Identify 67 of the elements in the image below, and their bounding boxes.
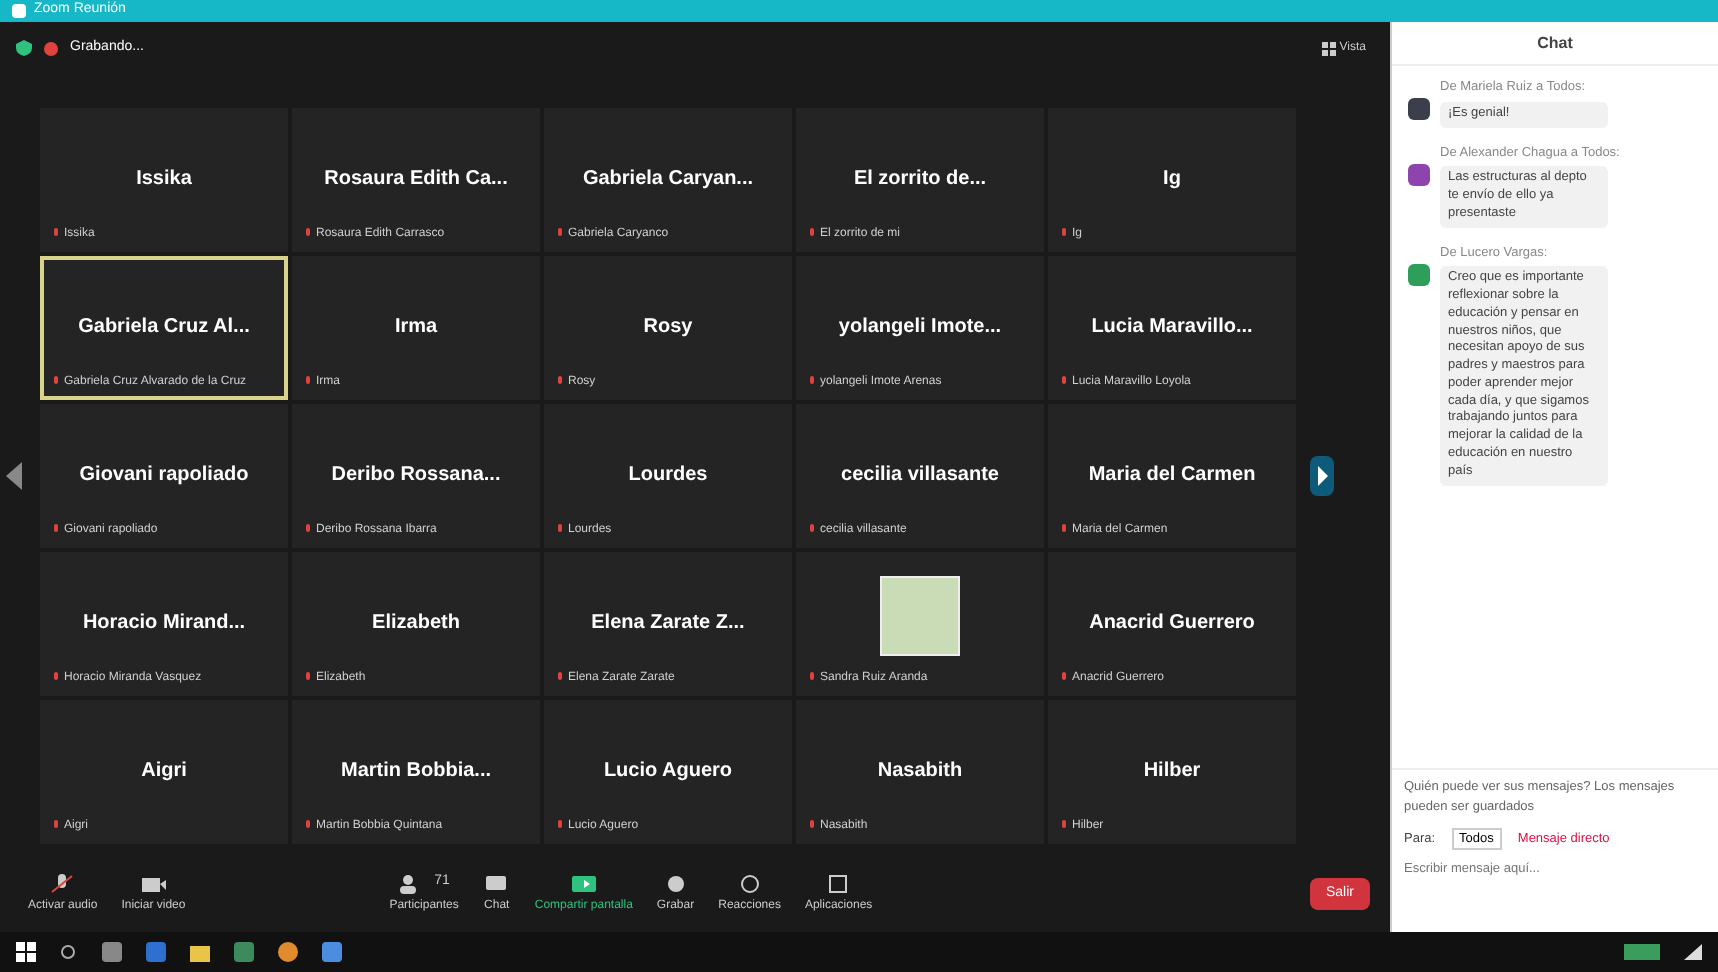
- next-page-icon[interactable]: [1310, 455, 1334, 495]
- muted-mic-icon: [808, 672, 816, 684]
- muted-mic-icon: [556, 672, 564, 684]
- participant-name: Lucia Maravillo...: [1091, 314, 1253, 342]
- participant-name: Lucio Aguero: [603, 758, 733, 786]
- microphone-icon: [48, 873, 77, 893]
- chat-bubble-icon: [482, 873, 511, 893]
- participant-name: Issika: [136, 166, 192, 194]
- muted-mic-icon: [808, 376, 816, 388]
- participant-name: Ig: [1163, 166, 1181, 194]
- participant-name: Maria del Carmen: [1088, 462, 1256, 490]
- record-icon: [44, 41, 58, 55]
- muted-mic-icon: [304, 228, 312, 240]
- muted-mic-icon: [52, 820, 60, 832]
- muted-mic-icon: [1060, 376, 1068, 388]
- muted-mic-icon: [52, 376, 60, 388]
- participant-name: El zorrito de...: [853, 166, 987, 194]
- shield-icon[interactable]: [16, 40, 32, 56]
- muted-mic-icon: [1060, 820, 1068, 832]
- muted-mic-icon: [304, 376, 312, 388]
- participant-name: Gabriela Caryan...: [582, 166, 754, 194]
- search-icon[interactable]: [60, 943, 78, 961]
- participant-name: Giovani rapoliado: [79, 462, 249, 490]
- participant-name: Anacrid Guerrero: [1089, 610, 1255, 638]
- share-screen-icon: [569, 873, 598, 893]
- participant-name: Irma: [394, 314, 438, 342]
- muted-mic-icon: [52, 524, 60, 536]
- taskbar-app-icon[interactable]: [146, 942, 166, 962]
- grid-view-icon: [1321, 41, 1336, 55]
- participant-name: Lourdes: [628, 462, 708, 490]
- muted-mic-icon: [556, 524, 564, 536]
- taskbar-app-icon[interactable]: [102, 942, 122, 962]
- muted-mic-icon: [1060, 524, 1068, 536]
- windows-start-icon[interactable]: [16, 942, 36, 962]
- participant-name: Rosaura Edith Ca...: [324, 166, 508, 194]
- photo-placeholder: [880, 575, 960, 655]
- muted-mic-icon: [52, 672, 60, 684]
- muted-mic-icon: [52, 228, 60, 240]
- participant-name: Nasabith: [877, 758, 963, 786]
- participant-name: Gabriela Cruz Al...: [78, 314, 250, 342]
- participant-name: cecilia villasante: [841, 462, 999, 490]
- network-icon: [1684, 944, 1702, 960]
- chat-title: Chat: [1392, 22, 1718, 66]
- participant-name: Rosy: [643, 314, 693, 342]
- participant-name: Deribo Rossana...: [331, 462, 501, 490]
- muted-mic-icon: [808, 524, 816, 536]
- muted-mic-icon: [556, 820, 564, 832]
- participant-name: Horacio Mirand...: [82, 610, 246, 638]
- video-camera-icon: [139, 873, 168, 893]
- participant-name: yolangeli Imote...: [838, 314, 1002, 342]
- muted-mic-icon: [304, 820, 312, 832]
- muted-mic-icon: [1060, 672, 1068, 684]
- participant-name: Martin Bobbia...: [341, 758, 491, 786]
- muted-mic-icon: [556, 228, 564, 240]
- participant-name: Hilber: [1143, 758, 1201, 786]
- muted-mic-icon: [556, 376, 564, 388]
- participant-name: Elizabeth: [372, 610, 460, 638]
- participant-name: Aigri: [141, 758, 187, 786]
- participant-name: Elena Zarate Z...: [591, 610, 745, 638]
- muted-mic-icon: [304, 524, 312, 536]
- muted-mic-icon: [808, 228, 816, 240]
- muted-mic-icon: [304, 672, 312, 684]
- muted-mic-icon: [808, 820, 816, 832]
- muted-mic-icon: [1060, 228, 1068, 240]
- app-icon: [12, 4, 26, 18]
- previous-page-icon[interactable]: [6, 461, 22, 489]
- taskbar-app-icon[interactable]: [234, 942, 254, 962]
